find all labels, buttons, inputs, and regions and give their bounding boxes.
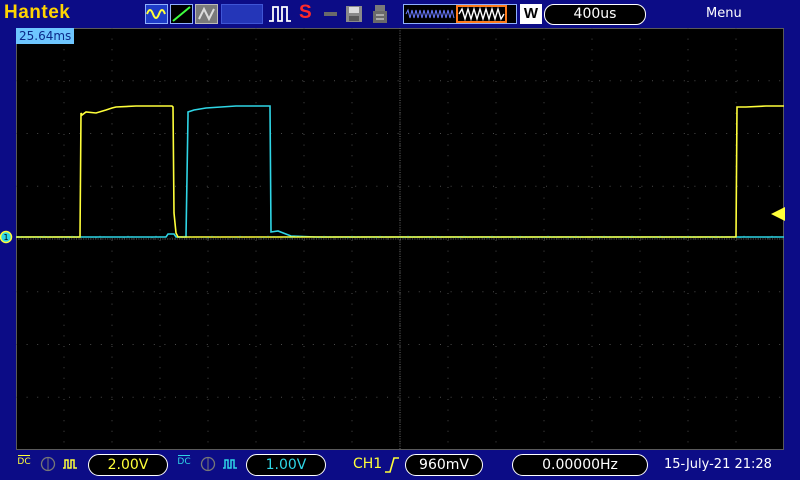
rising-edge-icon[interactable] [384,455,400,475]
memory-waveform-icon[interactable] [403,4,517,24]
cursor-time-readout: 25.64ms [16,28,75,44]
save-disk-icon[interactable] [344,4,364,24]
ch1-invert-icon [62,455,78,475]
menu-button[interactable]: Menu [706,6,742,21]
ch2-trace [16,105,784,238]
ch1-coupling[interactable]: DC [16,455,32,475]
trigger-level[interactable]: 960mV [405,454,483,476]
usb-storage-icon[interactable] [370,4,390,24]
timebase-display[interactable]: 400us [544,4,646,25]
ch1-bw-limit-icon [40,455,56,475]
ch1-trace [16,105,784,238]
scope-grid [16,28,784,450]
ch-ground-marker[interactable]: 1 [0,229,16,245]
ch2-volts-div[interactable]: 1.00V [246,454,326,476]
memory-mode-button[interactable]: W [520,4,542,24]
trigger-level-marker[interactable] [770,206,786,222]
connector-icon [321,4,341,24]
datetime: 15-July-21 21:28 [664,457,772,472]
trigger-source[interactable]: CH1 [353,456,382,472]
pulse-icon[interactable] [268,4,292,24]
svg-text:1: 1 [3,233,8,242]
ch2-invert-icon [222,455,238,475]
waveform-display [16,28,784,450]
ramp-icon[interactable] [170,4,193,24]
run-status-indicator: S [299,2,312,23]
ch2-coupling[interactable]: DC [176,455,192,475]
persist-icon[interactable] [195,4,218,24]
frequency-counter: 0.00000Hz [512,454,648,476]
ch1-volts-div[interactable]: 2.00V [88,454,168,476]
status-box [221,4,263,24]
waveform-type-icon[interactable] [145,4,168,24]
ch2-bw-limit-icon [200,455,216,475]
top-status-bar: Hantek S W 400us Menu [0,0,800,28]
brand-logo: Hantek [4,2,71,23]
